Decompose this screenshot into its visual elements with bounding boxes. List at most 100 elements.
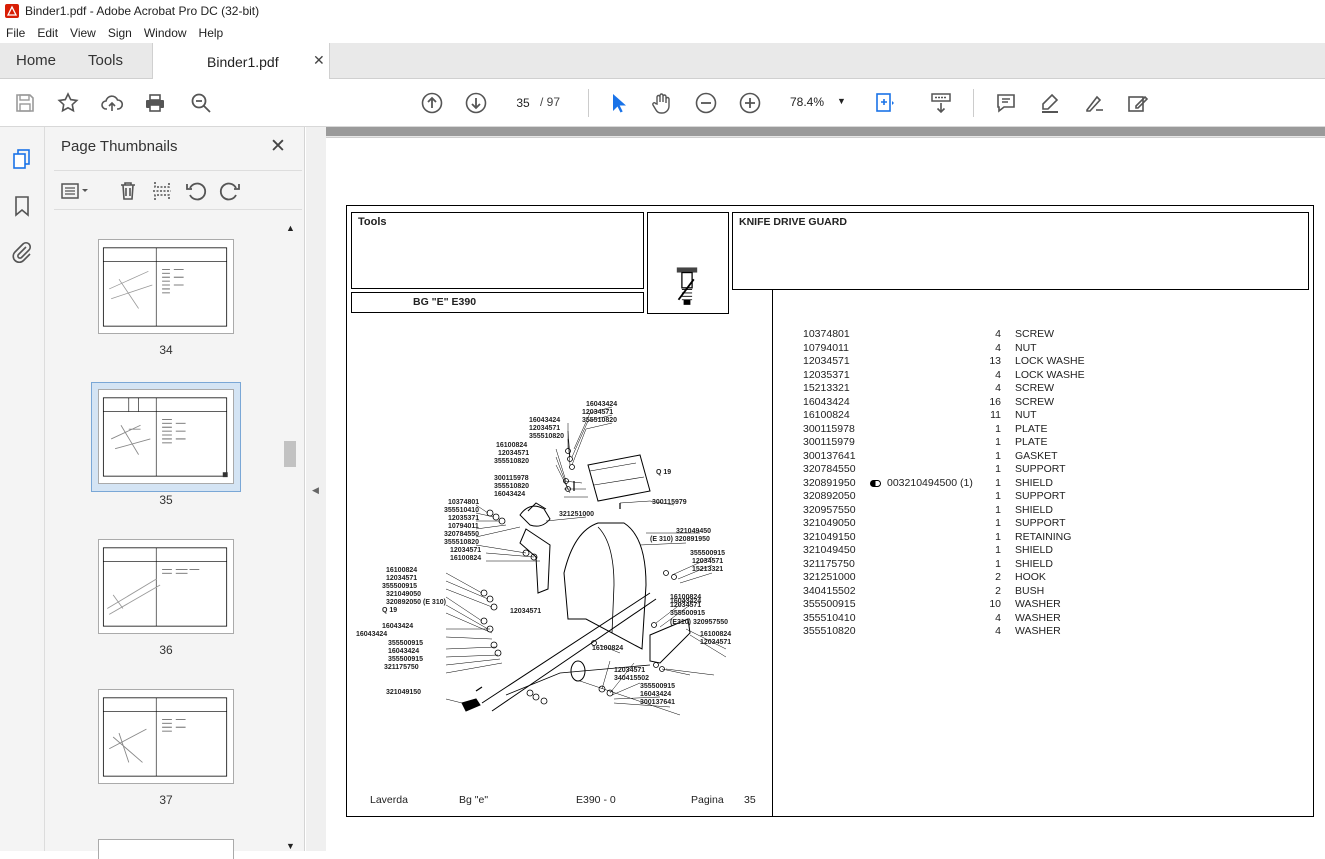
part-description: SCREW	[1015, 395, 1055, 408]
callout-label: 355500915	[388, 640, 424, 647]
part-code: 12034571	[803, 355, 850, 367]
part-quantity: 13	[989, 355, 1001, 367]
menu-help[interactable]: Help	[193, 26, 230, 40]
page-number-input[interactable]: 35	[508, 92, 538, 114]
scroll-down-icon[interactable]: ▼	[286, 841, 295, 851]
zoom-out-icon[interactable]	[694, 91, 718, 115]
acrobat-icon	[5, 4, 19, 18]
column-divider	[772, 290, 773, 817]
thumbnail-scrollbar[interactable]: ▲ ▼	[283, 219, 297, 851]
rotate-right-icon[interactable]	[218, 179, 242, 203]
extract-page-icon[interactable]	[150, 179, 174, 203]
scroll-up-icon[interactable]: ▲	[286, 223, 295, 233]
part-code: 300115978	[803, 422, 855, 435]
part-description: LOCK WASHE	[1015, 368, 1085, 381]
zoom-search-icon[interactable]	[189, 91, 213, 115]
thumbnail-options-icon[interactable]	[60, 179, 92, 203]
highlight-pen-icon[interactable]	[1038, 91, 1062, 115]
tab-home[interactable]: Home	[16, 43, 56, 79]
tool-tap-icon	[676, 267, 698, 305]
part-description: SHIELD	[1015, 557, 1053, 570]
callout-label: 10794011	[448, 523, 479, 530]
part-quantity: 1	[995, 530, 1001, 543]
tab-tools[interactable]: Tools	[88, 43, 123, 79]
rotate-left-icon[interactable]	[184, 179, 208, 203]
star-icon[interactable]	[56, 91, 80, 115]
part-quantity: 4	[995, 341, 1001, 354]
select-pointer-icon[interactable]	[606, 91, 630, 115]
callout-label: 355500915	[640, 683, 676, 690]
menu-window[interactable]: Window	[138, 26, 193, 40]
part-code: 321251000	[803, 571, 856, 583]
callout-label: 355500915	[388, 656, 424, 663]
part-code: 16043424	[803, 395, 850, 408]
part-alternate: 003210494500 (1)	[887, 476, 973, 489]
zoom-in-icon[interactable]	[738, 91, 762, 115]
alternate-marker-icon	[870, 479, 881, 487]
callout-label: 16043424	[640, 691, 672, 698]
part-description: GASKET	[1015, 449, 1058, 462]
close-tab-icon[interactable]: ✕	[313, 52, 325, 69]
thumbnail-page-37[interactable]	[98, 689, 234, 784]
part-code: 300137641	[803, 449, 856, 462]
toolbar-divider	[973, 89, 974, 117]
fill-sign-icon[interactable]	[1126, 91, 1150, 115]
comment-icon[interactable]	[994, 91, 1018, 115]
tab-bar: Home Tools Binder1.pdf ✕	[0, 43, 1325, 80]
hand-tool-icon[interactable]	[650, 91, 674, 115]
callout-label: 16043424	[670, 598, 702, 605]
bookmark-icon[interactable]	[10, 194, 34, 218]
menu-sign[interactable]: Sign	[102, 26, 138, 40]
part-code: 340415502	[803, 584, 856, 597]
part-quantity: 4	[995, 368, 1001, 381]
upload-cloud-icon[interactable]	[100, 91, 124, 115]
part-code: 320957550	[803, 503, 856, 516]
previous-page-edge	[326, 127, 1325, 136]
part-description: LOCK WASHE	[1015, 355, 1085, 367]
delete-page-icon[interactable]	[116, 179, 140, 203]
callout-label: 12034571	[498, 450, 530, 457]
part-quantity: 1	[995, 490, 1001, 502]
callout-label: 12034571	[510, 608, 542, 615]
part-code: 321175750	[803, 557, 855, 570]
collapse-arrow-icon[interactable]: ◀	[312, 485, 319, 496]
part-quantity: 1	[995, 449, 1001, 462]
header-box-title: KNIFE DRIVE GUARD	[732, 212, 1309, 290]
callout-label: 320784550	[444, 531, 480, 538]
callout-label: 355510820	[582, 417, 618, 424]
thumbnail-page-35[interactable]	[98, 389, 234, 484]
zoom-select[interactable]: 78.4% ▼	[782, 92, 852, 114]
tab-document[interactable]: Binder1.pdf ✕	[152, 43, 330, 80]
scroll-mode-icon[interactable]	[929, 91, 953, 115]
part-code: 321049050	[803, 517, 856, 529]
collapse-panel-handle[interactable]: ◀	[306, 127, 326, 851]
fit-page-icon[interactable]	[873, 91, 897, 115]
part-description: SCREW	[1015, 382, 1055, 394]
previous-page-icon[interactable]	[420, 91, 444, 115]
callout-label: 12034571	[692, 558, 724, 565]
callout-label: 355510410	[444, 507, 480, 514]
scroll-thumb[interactable]	[284, 441, 296, 467]
thumbnail-page-34[interactable]	[98, 239, 234, 334]
callout-label: 16100824	[450, 555, 482, 562]
attachment-icon[interactable]	[10, 240, 34, 264]
save-icon[interactable]	[13, 91, 37, 115]
thumbnail-page-36[interactable]	[98, 539, 234, 634]
callout-label: Q 19	[382, 607, 398, 614]
part-quantity: 1	[995, 517, 1001, 529]
thumbnail-page-38[interactable]	[98, 839, 234, 859]
close-panel-icon[interactable]: ✕	[270, 135, 286, 158]
title-bar: Binder1.pdf - Adobe Acrobat Pro DC (32-b…	[0, 0, 1325, 22]
print-icon[interactable]	[143, 91, 167, 115]
callout-label: 16043424	[529, 417, 561, 424]
callout-label: 300137641	[640, 699, 676, 706]
next-page-icon[interactable]	[464, 91, 488, 115]
part-code: 320891950	[803, 476, 856, 489]
draw-sign-icon[interactable]	[1082, 91, 1106, 115]
callout-label: 12034571	[614, 667, 646, 674]
menu-file[interactable]: File	[0, 26, 31, 40]
menu-view[interactable]: View	[64, 26, 102, 40]
callout-label: 12034571	[386, 575, 418, 582]
page-thumbnails-icon[interactable]	[10, 147, 34, 171]
menu-edit[interactable]: Edit	[31, 26, 64, 40]
